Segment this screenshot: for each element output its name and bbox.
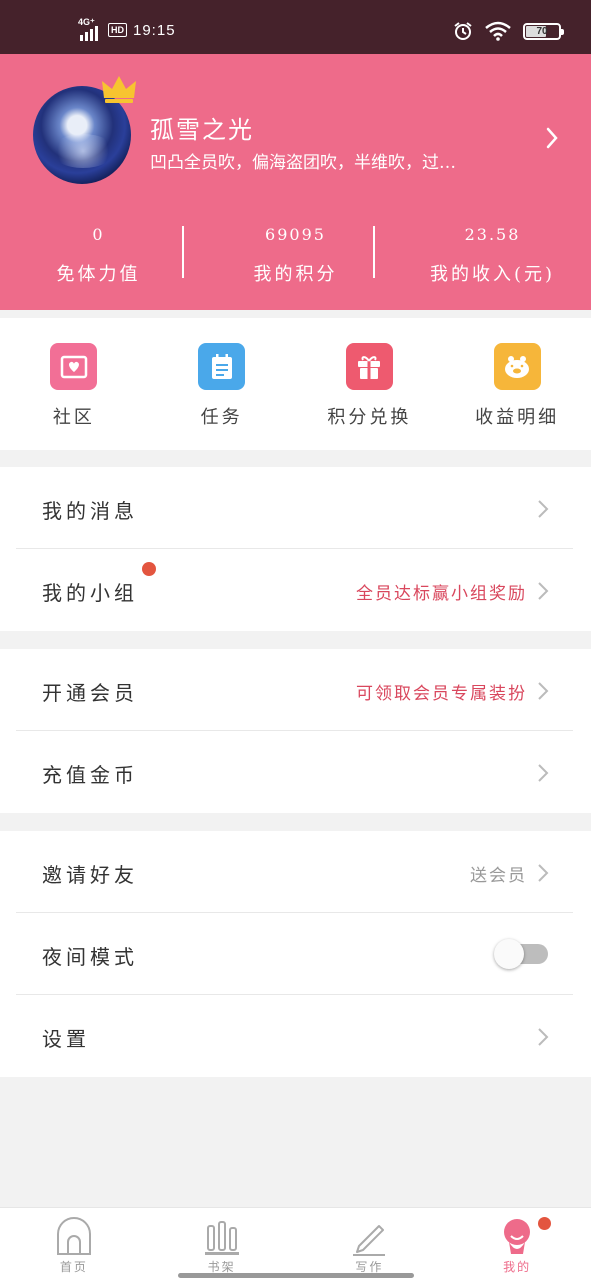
chevron-right-icon <box>538 582 549 600</box>
nav-home[interactable]: 首页 <box>0 1208 148 1280</box>
menu-item-recharge[interactable]: 充值金币 <box>0 731 591 813</box>
menu-label: 邀请好友 <box>42 863 138 887</box>
menu-label: 我的小组 <box>42 581 138 605</box>
stat-label: 免体力值 <box>56 264 141 285</box>
stat-label: 我的收入(元) <box>429 264 556 285</box>
home-indicator[interactable] <box>178 1273 414 1278</box>
status-bar: 4G⁺ HD 19:15 70 <box>0 0 591 54</box>
alarm-icon <box>454 22 472 40</box>
stat-income[interactable]: 23.58 我的收入(元) <box>394 222 591 292</box>
shortcut-tasks[interactable]: 任务 <box>148 318 296 450</box>
cellular-signal-icon: 4G⁺ <box>78 17 102 41</box>
shortcut-exchange[interactable]: 积分兑换 <box>296 318 444 450</box>
menu-group-vip: 开通会员 可领取会员专属装扮 充值金币 <box>0 649 591 813</box>
bottom-nav: 首页 书架 写作 我的 <box>0 1207 591 1280</box>
crown-icon <box>102 76 136 103</box>
menu-item-messages[interactable]: 我的消息 <box>0 467 591 549</box>
menu-item-groups[interactable]: 我的小组 全员达标赢小组奖励 <box>0 549 591 631</box>
menu-label: 开通会员 <box>42 681 138 705</box>
stat-stamina[interactable]: 0 免体力值 <box>0 222 197 292</box>
nav-label: 首页 <box>59 1260 88 1274</box>
shortcut-label: 收益明细 <box>475 407 560 428</box>
menu-label: 设置 <box>42 1027 90 1051</box>
menu-item-invite[interactable]: 邀请好友 送会员 <box>0 831 591 913</box>
menu-value: 可领取会员专属装扮 <box>356 684 527 704</box>
shortcut-label: 社区 <box>52 407 95 428</box>
menu-item-settings[interactable]: 设置 <box>0 995 591 1077</box>
shortcut-grid: 社区 任务 积分兑换 收益明细 <box>0 318 591 450</box>
profile-header[interactable]: 孤雪之光 凹凸全员吹，偏海盗团吹，半维吹，过… 0 免体力值 69095 我的积… <box>0 54 591 310</box>
stat-value: 0 <box>92 225 105 244</box>
stat-value: 69095 <box>265 225 326 244</box>
stat-points[interactable]: 69095 我的积分 <box>197 222 394 292</box>
chevron-right-icon <box>538 1028 549 1046</box>
menu-label: 夜间模式 <box>42 945 138 969</box>
chevron-right-icon[interactable] <box>545 126 559 150</box>
home-icon <box>56 1217 91 1255</box>
battery-icon: 70 <box>523 22 564 40</box>
menu-value: 全员达标赢小组奖励 <box>356 584 527 604</box>
battery-level: 70 <box>536 25 548 37</box>
stat-divider <box>182 226 184 278</box>
hd-indicator: HD <box>108 23 127 37</box>
shortcut-community[interactable]: 社区 <box>0 318 148 450</box>
stat-value: 23.58 <box>464 225 521 244</box>
notification-dot <box>142 562 156 576</box>
chevron-right-icon <box>538 864 549 882</box>
stat-divider <box>373 226 375 278</box>
wifi-icon <box>485 21 511 41</box>
menu-group-social: 我的消息 我的小组 全员达标赢小组奖励 <box>0 467 591 631</box>
user-signature[interactable]: 凹凸全员吹，偏海盗团吹，半维吹，过… <box>150 148 532 173</box>
user-nickname[interactable]: 孤雪之光 <box>150 110 254 145</box>
network-type: 4G⁺ <box>78 17 95 27</box>
notepad-icon <box>198 343 246 390</box>
menu-label: 我的消息 <box>42 499 138 523</box>
status-time: 19:15 <box>133 21 176 39</box>
notification-dot <box>538 1217 552 1230</box>
night-mode-toggle[interactable] <box>494 939 548 969</box>
shortcut-label: 积分兑换 <box>327 407 412 428</box>
nav-bookshelf[interactable]: 书架 <box>148 1208 296 1280</box>
profile-icon <box>504 1219 531 1254</box>
heart-envelope-icon <box>50 343 98 390</box>
nav-profile[interactable]: 我的 <box>443 1208 591 1280</box>
nav-label: 我的 <box>503 1260 532 1274</box>
shortcut-label: 任务 <box>200 407 243 428</box>
menu-item-vip[interactable]: 开通会员 可领取会员专属装扮 <box>0 649 591 731</box>
menu-item-night-mode: 夜间模式 <box>0 913 591 995</box>
nav-write[interactable]: 写作 <box>296 1208 444 1280</box>
chevron-right-icon <box>538 764 549 782</box>
shortcut-earnings[interactable]: 收益明细 <box>443 318 591 450</box>
gift-icon <box>345 343 393 390</box>
menu-value: 送会员 <box>470 866 527 886</box>
user-stats: 0 免体力值 69095 我的积分 23.58 我的收入(元) <box>0 222 591 292</box>
menu-label: 充值金币 <box>42 763 138 787</box>
pencil-icon <box>353 1225 386 1256</box>
menu-group-settings: 邀请好友 送会员 夜间模式 设置 <box>0 831 591 1077</box>
chevron-right-icon <box>538 500 549 518</box>
bookshelf-icon <box>204 1221 239 1255</box>
piggy-bank-icon <box>493 343 541 390</box>
stat-label: 我的积分 <box>253 264 338 285</box>
chevron-right-icon <box>538 682 549 700</box>
